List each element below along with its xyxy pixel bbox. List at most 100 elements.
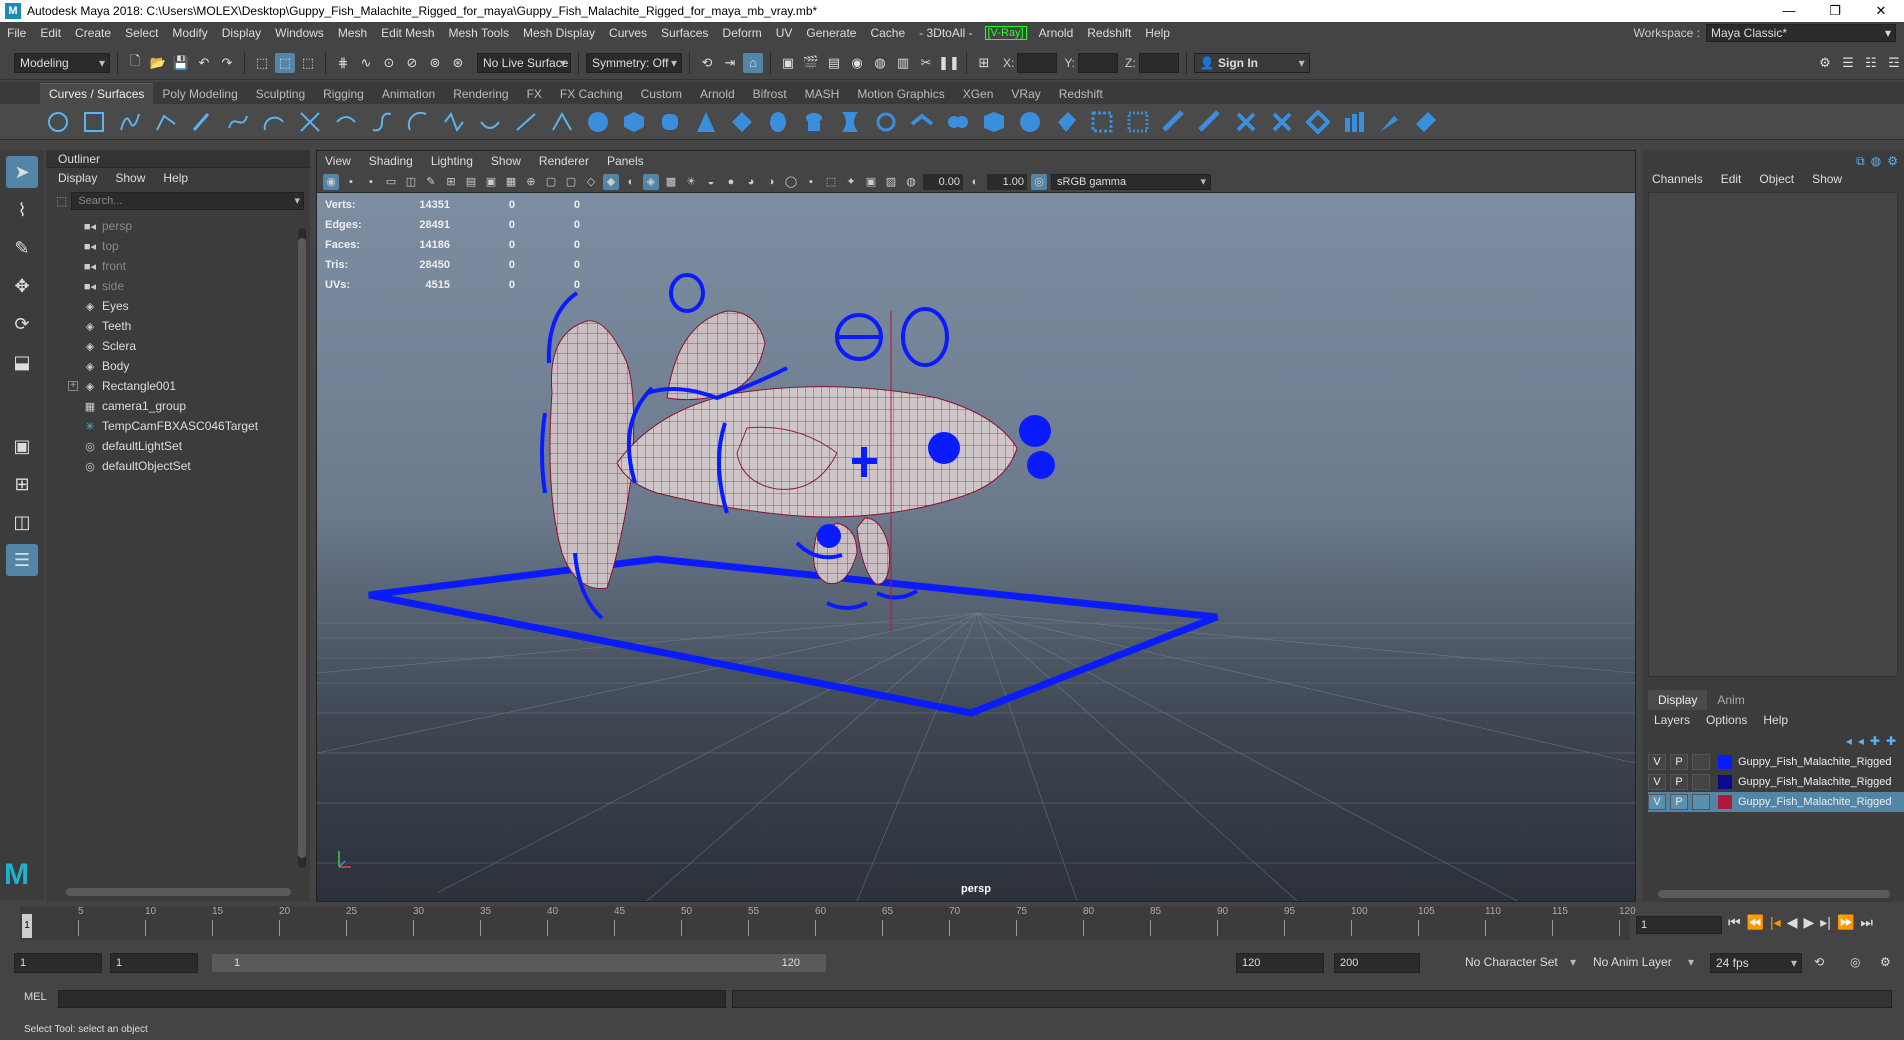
vp-menu-view[interactable]: View <box>325 154 351 168</box>
shelf-tab-vray[interactable]: VRay <box>1002 84 1049 104</box>
outliner-item-side[interactable]: ■◂ side <box>46 276 310 296</box>
image-plane-icon[interactable]: ▭ <box>383 174 399 190</box>
shelf-tab-xgen[interactable]: XGen <box>954 84 1003 104</box>
trim-icon[interactable] <box>1089 109 1115 135</box>
curve-smooth-icon[interactable] <box>477 109 503 135</box>
nurbs-circle-icon[interactable] <box>45 109 71 135</box>
shelf-tab-custom[interactable]: Custom <box>632 84 691 104</box>
restore-icon[interactable]: ❐ <box>1812 0 1858 22</box>
menu-arnold[interactable]: Arnold <box>1032 26 1081 40</box>
cb-menu-show[interactable]: Show <box>1812 172 1842 186</box>
current-frame-marker[interactable]: 1 <box>22 914 32 938</box>
gate-mask-icon[interactable]: ▦ <box>503 174 519 190</box>
extrude-icon[interactable] <box>909 109 935 135</box>
loft-icon[interactable] <box>837 109 863 135</box>
layer-type-toggle[interactable] <box>1692 754 1710 770</box>
color-management-icon[interactable]: ◎ <box>1031 173 1047 190</box>
planar-icon[interactable] <box>873 109 899 135</box>
layer-color-swatch[interactable] <box>1718 795 1732 809</box>
channel-list[interactable] <box>1648 192 1898 677</box>
arc-icon[interactable] <box>261 109 287 135</box>
x-field[interactable] <box>1017 52 1058 73</box>
menu-uv[interactable]: UV <box>769 26 800 40</box>
gamma-icon[interactable]: ◐ <box>967 174 983 190</box>
rotate-tool-icon[interactable]: ⟳ <box>6 308 38 340</box>
workspace-dropdown[interactable]: Maya Classic* <box>1706 24 1896 42</box>
camera-attributes-icon[interactable]: ▪ <box>343 174 359 190</box>
playback-start-field[interactable]: 1 <box>110 953 198 973</box>
vp-menu-renderer[interactable]: Renderer <box>539 154 589 168</box>
outliner-menu-show[interactable]: Show <box>115 171 145 185</box>
input-ops-icon[interactable]: ⇥ <box>720 53 740 73</box>
shelf-tab-animation[interactable]: Animation <box>373 84 444 104</box>
preferences-icon[interactable]: ⚙ <box>1880 955 1891 969</box>
shelf-tab-curves-surfaces[interactable]: Curves / Surfaces <box>40 83 154 104</box>
xray-joints-icon[interactable]: ✦ <box>843 174 859 190</box>
four-view-icon[interactable]: ⊞ <box>6 468 38 500</box>
stitch-icon[interactable] <box>1305 109 1331 135</box>
outliner-menu-display[interactable]: Display <box>58 171 97 185</box>
current-time-field[interactable]: 1 <box>1636 916 1722 934</box>
snap-point-icon[interactable]: ⊙ <box>379 53 399 73</box>
menu-windows[interactable]: Windows <box>268 26 331 40</box>
command-language-label[interactable]: MEL <box>24 991 47 1003</box>
step-back-key-icon[interactable]: ⏪ <box>1747 914 1764 931</box>
outliner-item-persp[interactable]: ■◂ persp <box>46 216 310 236</box>
smooth-shade-icon[interactable]: ◆ <box>603 173 619 190</box>
character-set-dropdown[interactable]: No Character Set <box>1460 953 1580 973</box>
curve-detach-icon[interactable] <box>369 109 395 135</box>
depth-of-field-icon[interactable]: ◯ <box>783 174 799 190</box>
pelvic-fin-mesh-2[interactable] <box>856 517 890 586</box>
layer-playback-toggle[interactable]: P <box>1670 794 1688 810</box>
xray-icon[interactable]: ⬚ <box>823 174 839 190</box>
menu-vray[interactable]: [V-Ray] <box>984 26 1027 40</box>
menu-generate[interactable]: Generate <box>799 26 863 40</box>
single-view-icon[interactable]: ▣ <box>6 430 38 462</box>
curve-intersect-icon[interactable] <box>297 109 323 135</box>
nurbs-cone-icon[interactable] <box>693 109 719 135</box>
curve-insert-icon[interactable] <box>549 109 575 135</box>
menu-cache[interactable]: Cache <box>863 26 912 40</box>
textured-icon[interactable]: ▩ <box>663 174 679 190</box>
nurbs-cube-icon[interactable] <box>621 109 647 135</box>
ambient-occlusion-icon[interactable]: ● <box>723 174 739 190</box>
layer-scrollbar[interactable] <box>1658 890 1890 898</box>
root-control-curve[interactable] <box>368 555 1219 717</box>
outliner-item-body[interactable]: ◈ Body <box>46 356 310 376</box>
dock-icon[interactable]: ⧉ <box>1856 154 1865 169</box>
boundary-icon[interactable] <box>981 109 1007 135</box>
two-view-icon[interactable]: ◫ <box>6 506 38 538</box>
settings-icon[interactable]: ⚙ <box>1887 154 1898 169</box>
range-bar[interactable]: 1 120 <box>212 954 826 972</box>
move-tool-icon[interactable]: ✥ <box>6 270 38 302</box>
rebuild-surface-icon[interactable] <box>1269 109 1295 135</box>
menu-display[interactable]: Display <box>215 26 268 40</box>
layer-visibility-toggle[interactable]: V <box>1648 794 1666 810</box>
shelf-tab-arnold[interactable]: Arnold <box>691 84 744 104</box>
xray-active-icon[interactable]: ▣ <box>863 174 879 190</box>
new-scene-icon[interactable]: 🗋 <box>125 53 145 73</box>
construction-history-icon[interactable]: ⌂ <box>743 52 763 73</box>
layer-visibility-toggle[interactable]: V <box>1648 754 1666 770</box>
time-ruler[interactable]: 1 5 10 15 20 25 30 35 40 45 50 55 60 65 … <box>20 906 1636 940</box>
step-forward-key-icon[interactable]: ⏩ <box>1837 914 1854 931</box>
grid-icon[interactable]: ⊞ <box>443 174 459 190</box>
step-back-frame-icon[interactable]: |◂ <box>1770 914 1781 931</box>
select-hierarchy-icon[interactable]: ⬚ <box>252 53 272 73</box>
menu-surfaces[interactable]: Surfaces <box>654 26 715 40</box>
open-scene-icon[interactable]: 📂 <box>148 53 168 73</box>
animation-end-field[interactable]: 200 <box>1334 953 1420 973</box>
history-icon[interactable]: ⟲ <box>697 53 717 73</box>
hypershade-icon[interactable]: ◍ <box>870 53 890 73</box>
channel-box-icon[interactable]: ☲ <box>1884 53 1904 73</box>
outliner-item-front[interactable]: ■◂ front <box>46 256 310 276</box>
layer-row[interactable]: V P Guppy_Fish_Malachite_Rigged <box>1648 772 1904 792</box>
outliner-horizontal-scrollbar[interactable] <box>66 888 291 896</box>
maya-home-icon[interactable]: M <box>4 858 29 892</box>
minimize-icon[interactable]: — <box>1766 0 1812 22</box>
pencil-curve-icon[interactable] <box>189 109 215 135</box>
anti-aliasing-icon[interactable]: ◑ <box>763 174 779 190</box>
menu-file[interactable]: File <box>0 26 33 40</box>
auto-key-icon[interactable]: ◎ <box>1850 955 1860 969</box>
vray-ipr-icon[interactable]: ✂ <box>916 53 936 73</box>
